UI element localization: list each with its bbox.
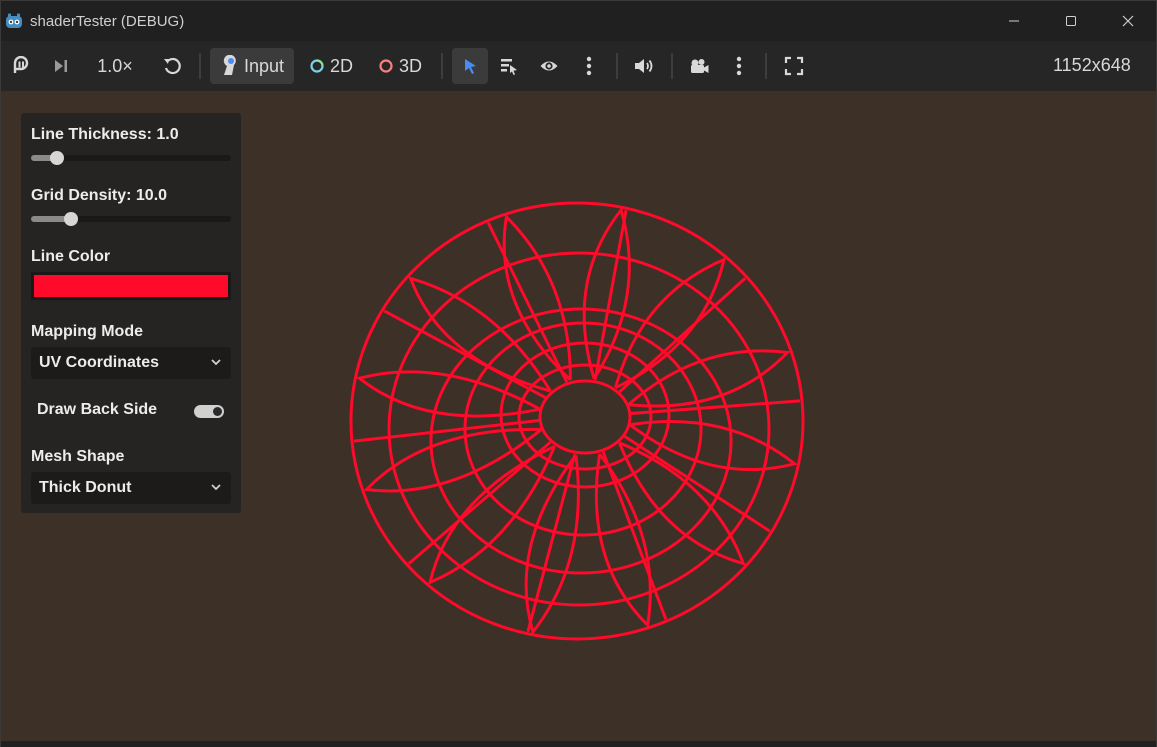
more-options-button[interactable] [577,48,601,84]
window-title: shaderTester (DEBUG) [30,13,185,30]
kebab-menu-icon [736,56,742,76]
slider-grabber[interactable] [50,151,64,165]
eye-icon [540,61,558,71]
title-bar: shaderTester (DEBUG) [1,1,1156,41]
resolution-label: 1152x648 [1053,55,1131,75]
line-color-label: Line Color [31,248,111,265]
mode-3d-label: 3D [398,55,422,76]
2d-mode-icon [310,59,324,73]
slider-grabber[interactable] [64,212,78,226]
mode-3d-button[interactable]: 3D [373,48,427,84]
settings-panel: Line Thickness: 1.0 Grid Density: 10.0 L… [21,113,241,513]
close-icon [1122,15,1134,27]
close-button[interactable] [1099,1,1157,41]
camera-override-button[interactable] [684,48,714,84]
toolbar-divider [671,53,673,79]
3d-mode-icon [379,59,393,73]
chevron-down-icon [211,484,221,491]
suspend-button[interactable] [7,48,35,84]
chevron-down-icon [211,359,221,366]
debug-toolbar: 1.0× Input 2D 3D 1152x648 [1,41,1156,91]
mode-2d-button[interactable]: 2D [305,48,357,84]
toolbar-divider [441,53,443,79]
visibility-button[interactable] [535,48,563,84]
wire-segment-loop [627,349,791,408]
wire-spoke [407,440,552,565]
wire-segment-loop [427,444,556,585]
cursor-arrow-icon [465,59,476,74]
maximize-icon [1066,16,1076,26]
grid-density-slider[interactable] [31,212,231,226]
toggle-switch[interactable] [194,405,224,418]
fullscreen-icon [784,56,804,76]
list-select-button[interactable] [495,48,523,84]
mesh-shape-label: Mesh Shape [31,448,125,465]
draw-back-side-toggle[interactable]: Draw Back Side [31,395,231,427]
mute-button[interactable] [629,48,659,84]
minimize-button[interactable] [985,1,1043,41]
camera-options-button[interactable] [727,48,751,84]
mesh-shape-dropdown[interactable]: Thick Donut [31,472,231,504]
app-window: shaderTester (DEBUG) 1.0× Input 2D 3D 11… [0,0,1157,747]
input-mode-button[interactable]: Input [210,48,294,84]
time-scale-button[interactable]: 1.0× [89,48,141,84]
list-select-icon [501,59,517,75]
kebab-menu-icon [586,56,592,76]
mapping-mode-label: Mapping Mode [31,323,143,340]
draw-back-side-label: Draw Back Side [37,401,158,418]
maximize-button[interactable] [1042,1,1100,41]
line-thickness-slider[interactable] [31,151,231,165]
select-tool-button[interactable] [452,48,488,84]
minimize-icon [1009,20,1019,22]
speaker-icon [635,59,653,73]
toolbar-divider [765,53,767,79]
fullscreen-button[interactable] [779,48,809,84]
color-swatch [34,275,228,297]
camera-icon [691,59,709,73]
mapping-mode-value: UV Coordinates [39,354,160,371]
mesh-shape-value: Thick Donut [39,479,132,496]
line-thickness-label: Line Thickness: 1.0 [31,126,179,143]
toolbar-divider [199,53,201,79]
wire-ring [429,307,733,575]
wire-ring [538,379,632,455]
mode-2d-label: 2D [329,55,353,76]
wire-spoke [593,209,628,381]
wireframe-donut-render [349,201,805,641]
joypad-icon [223,55,236,75]
suspend-icon [13,56,29,73]
mapping-mode-dropdown[interactable]: UV Coordinates [31,347,231,379]
line-color-picker[interactable] [31,272,231,300]
window-bottom-edge [1,741,1156,747]
godot-logo-icon [6,13,22,28]
grid-density-label: Grid Density: 10.0 [31,187,168,204]
reset-speed-button[interactable] [157,48,187,84]
toolbar-divider [616,53,618,79]
game-viewport[interactable]: Line Thickness: 1.0 Grid Density: 10.0 L… [1,91,1156,741]
reset-icon [164,57,181,75]
toggle-knob [213,407,222,416]
next-frame-icon [55,60,67,72]
input-mode-label: Input [243,55,285,76]
next-frame-button[interactable] [47,48,75,84]
